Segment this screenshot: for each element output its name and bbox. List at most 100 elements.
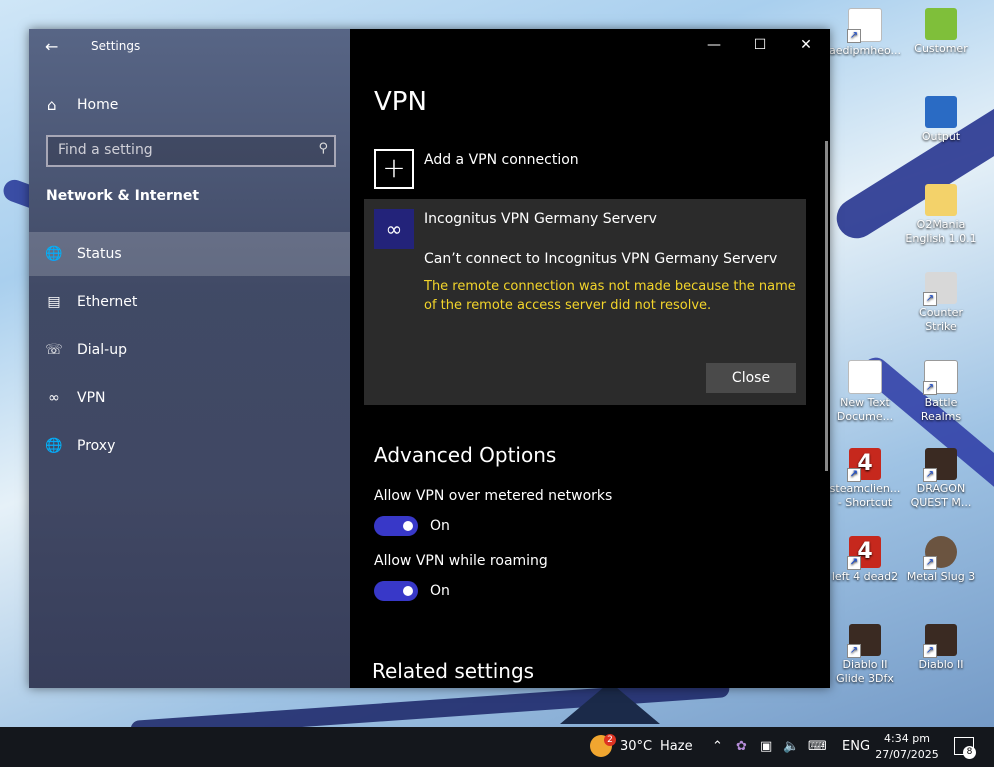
nav-item-status[interactable]: 🌐 Status (29, 232, 350, 276)
search-input[interactable]: Find a setting ⚲ (46, 135, 336, 167)
download-green-icon (925, 8, 957, 40)
toggle-knob (403, 586, 413, 596)
settings-content: — ☐ ✕ VPN + Add a VPN connection ∞ Incog… (350, 29, 830, 688)
add-vpn-button[interactable]: + Add a VPN connection (374, 149, 794, 189)
desktop-icon-label: Counter Strike (919, 306, 963, 333)
chevron-up-icon[interactable]: ⌃ (712, 727, 723, 767)
globe-icon: 🌐 (45, 246, 63, 262)
roaming-toggle-state: On (430, 583, 450, 599)
settings-nav-pane: ← Settings ⌂ Home Find a setting ⚲ Netwo… (29, 29, 350, 688)
network-icon[interactable]: ▣ (760, 727, 772, 767)
output-icon (925, 96, 957, 128)
vpn-connection-name: Incognitus VPN Germany Serverv (424, 211, 657, 227)
maximize-icon[interactable]: ☐ (748, 37, 772, 53)
advanced-options-heading: Advanced Options (374, 443, 557, 467)
nav-item-dial-up[interactable]: ☏ Dial-up (29, 328, 350, 372)
diablo-icon (847, 624, 881, 658)
page-title: VPN (374, 87, 427, 117)
settings-window: ← Settings ⌂ Home Find a setting ⚲ Netwo… (29, 29, 830, 688)
desktop-icon-label: O2Mania English 1.0.1 (905, 218, 977, 245)
ethernet-icon: ▤ (47, 294, 61, 310)
dialup-icon: ☏ (45, 342, 63, 358)
dragon-quest-icon (923, 448, 957, 482)
nav-item-label: Proxy (77, 438, 116, 454)
metered-toggle-state: On (430, 518, 450, 534)
nav-item-label: Ethernet (77, 294, 138, 310)
search-icon: ⚲ (318, 141, 328, 156)
weather-condition[interactable]: Haze (660, 727, 693, 767)
nav-item-vpn[interactable]: ∞ VPN (29, 376, 350, 420)
desktop-icon-label: aedipmheo... (828, 44, 901, 57)
nav-item-proxy[interactable]: 🌐 Proxy (29, 424, 350, 468)
vpn-connection-card[interactable]: ∞ Incognitus VPN Germany Serverv Can’t c… (364, 199, 806, 405)
nav-item-label: VPN (77, 390, 106, 406)
close-button[interactable]: Close (706, 363, 796, 393)
desktop-icon-label: DRAGON QUEST M... (910, 482, 972, 509)
vpn-error-message: The remote connection was not made becau… (424, 279, 796, 313)
counter-strike-icon (923, 272, 957, 306)
desktop-icon-label: Battle Realms (920, 396, 962, 423)
search-placeholder: Find a setting (58, 142, 153, 158)
window-title: Settings (91, 39, 141, 53)
desktop-icon[interactable]: Output (903, 96, 979, 144)
title-bar: ← Settings (29, 29, 350, 63)
metered-toggle[interactable] (374, 516, 418, 536)
volume-icon[interactable]: 🔈 (783, 727, 799, 767)
desktop-icon-label: Diablo II Glide 3Dfx (836, 658, 894, 685)
clock-date: 27/07/2025 (875, 748, 939, 761)
keyboard-icon[interactable]: ⌨ (808, 727, 827, 767)
nav-item-label: Dial-up (77, 342, 127, 358)
clock[interactable]: 4:34 pm 27/07/2025 (872, 731, 942, 763)
minimize-icon[interactable]: — (702, 37, 726, 53)
battle-realms-icon (923, 360, 958, 395)
roaming-option-label: Allow VPN while roaming (374, 553, 548, 569)
folder-icon (925, 184, 957, 216)
text-document-icon (848, 360, 882, 394)
home-label: Home (77, 97, 119, 113)
desktop-icon-label: Metal Slug 3 (906, 570, 976, 583)
home-icon: ⌂ (47, 96, 57, 114)
roaming-toggle[interactable] (374, 581, 418, 601)
vpn-icon: ∞ (374, 209, 414, 249)
desktop-icon[interactable]: DRAGON QUEST M... (903, 448, 979, 510)
notification-count: 8 (963, 746, 976, 759)
shortcut-doc-icon (847, 8, 882, 43)
desktop-icon-label: Customer (914, 42, 968, 55)
toggle-knob (403, 521, 413, 531)
feather-icon[interactable]: ✿ (736, 727, 747, 767)
desktop-icon[interactable]: Customer (903, 8, 979, 56)
desktop-icon[interactable]: Counter Strike (903, 272, 979, 334)
temperature[interactable]: 30°C (620, 727, 652, 767)
related-settings-heading: Related settings (372, 659, 535, 683)
desktop-icon[interactable]: 4 left 4 dead2 (827, 536, 903, 584)
globe-icon: 🌐 (45, 438, 63, 454)
close-icon[interactable]: ✕ (794, 37, 818, 53)
diablo-icon (923, 624, 957, 658)
desktop-icon-label: New Text Docume... (836, 396, 894, 423)
desktop-icon[interactable]: aedipmheo... (827, 8, 903, 58)
plus-icon: + (374, 149, 414, 189)
desktop-icon[interactable]: O2Mania English 1.0.1 (903, 184, 979, 246)
section-heading: Network & Internet (46, 188, 200, 204)
nav-item-ethernet[interactable]: ▤ Ethernet (29, 280, 350, 324)
weather-badge: 2 (604, 734, 616, 746)
desktop-icon[interactable]: 4 steamclien... - Shortcut (827, 448, 903, 510)
desktop-icon[interactable]: Battle Realms (903, 360, 979, 424)
desktop-icon[interactable]: New Text Docume... (827, 360, 903, 424)
back-arrow-icon[interactable]: ← (45, 37, 58, 56)
wallpaper-mountain (560, 682, 660, 724)
desktop-icon-label: Output (921, 130, 961, 143)
language-indicator[interactable]: ENG (842, 727, 870, 767)
nav-item-label: Status (77, 246, 122, 262)
vpn-connection-status: Can’t connect to Incognitus VPN Germany … (424, 251, 778, 267)
desktop-icon[interactable]: Diablo II Glide 3Dfx (827, 624, 903, 686)
scrollbar[interactable] (825, 141, 828, 471)
desktop-icon-label: steamclien... - Shortcut (829, 482, 901, 509)
home-nav-item[interactable]: ⌂ Home (29, 91, 350, 123)
metered-option-label: Allow VPN over metered networks (374, 488, 613, 504)
taskbar: 2 30°C Haze ⌃ ✿ ▣ 🔈 ⌨ ENG 4:34 pm 27/07/… (0, 727, 994, 767)
desktop-icon-label: Diablo II (918, 658, 964, 671)
desktop-icon[interactable]: Metal Slug 3 (903, 536, 979, 584)
desktop-icon[interactable]: Diablo II (903, 624, 979, 672)
left4dead-icon: 4 (847, 448, 881, 482)
